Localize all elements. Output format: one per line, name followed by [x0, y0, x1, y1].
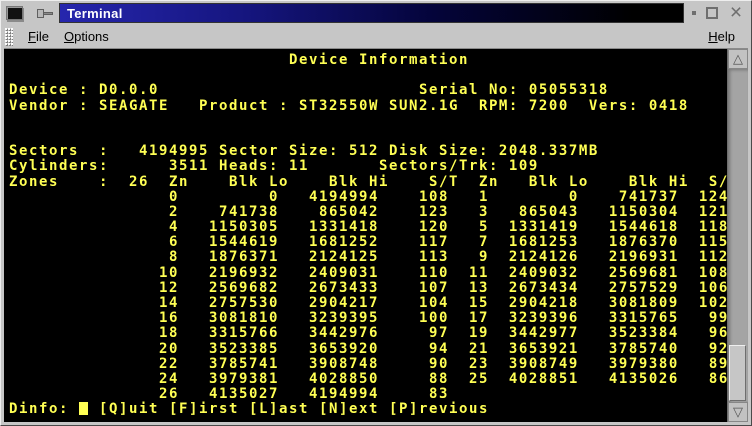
- terminal-line: 4 1150305 1331418 120 5 1331419 1544618 …: [9, 220, 727, 235]
- terminal-icon[interactable]: [6, 6, 23, 20]
- terminal-line: 24 3979381 4028850 88 25 4028851 4135026…: [9, 372, 727, 387]
- terminal-line: 12 2569682 2673433 107 13 2673434 275752…: [9, 281, 727, 296]
- terminal-line: [9, 129, 727, 144]
- pushpin-head: [37, 9, 44, 18]
- terminal-line: 8 1876371 2124125 113 9 2124126 2196931 …: [9, 250, 727, 265]
- terminal-line: 26 4135027 4194994 83: [9, 387, 727, 402]
- terminal-window: Terminal × File Options Help Device Info…: [0, 0, 752, 426]
- terminal-line: Device : D0.0.0 Serial No: 05055318: [9, 83, 727, 98]
- menu-item-file[interactable]: File: [28, 29, 49, 44]
- close-button[interactable]: ×: [728, 6, 744, 20]
- menubar: File Options Help: [4, 25, 748, 49]
- options-mnemonic: O: [64, 29, 74, 44]
- text-cursor: [79, 402, 88, 415]
- terminal-line: Device Information: [9, 53, 727, 68]
- options-label: ptions: [74, 29, 109, 44]
- terminal-line: 2 741738 865042 123 3 865043 1150304 121: [9, 205, 727, 220]
- terminal-line: Sectors : 4194995 Sector Size: 512 Disk …: [9, 144, 727, 159]
- window-title: Terminal: [60, 6, 123, 21]
- file-label: ile: [36, 29, 49, 44]
- scrollbar-thumb[interactable]: [729, 345, 746, 401]
- terminal-line: 16 3081810 3239395 100 17 3239396 331576…: [9, 311, 727, 326]
- scrollbar[interactable]: △ ▽: [727, 49, 748, 422]
- scrollbar-track[interactable]: [728, 69, 748, 402]
- status-line: Dinfo: [Q]uit [F]irst [L]ast [N]ext [P]r…: [9, 402, 727, 417]
- menu-item-help[interactable]: Help: [708, 29, 735, 44]
- scroll-down-icon: ▽: [733, 406, 743, 419]
- help-label: elp: [718, 29, 735, 44]
- pushpin-icon[interactable]: [37, 9, 53, 18]
- terminal-line: [9, 114, 727, 129]
- terminal-line: 0 0 4194994 108 1 0 741737 124: [9, 190, 727, 205]
- titlebar[interactable]: Terminal ×: [4, 3, 748, 23]
- menubar-grip-handle[interactable]: [5, 28, 13, 46]
- terminal-line: 18 3315766 3442976 97 19 3442977 3523384…: [9, 326, 727, 341]
- menu-item-options[interactable]: Options: [64, 29, 109, 44]
- scroll-up-icon: △: [733, 53, 743, 66]
- minimize-button[interactable]: [692, 11, 696, 15]
- terminal-line: Vendor : SEAGATE Product : ST32550W SUN2…: [9, 99, 727, 114]
- help-mnemonic: H: [708, 29, 717, 44]
- terminal-line: Zones : 26 Zn Blk Lo Blk Hi S/T Zn Blk L…: [9, 175, 727, 190]
- terminal-line: 22 3785741 3908748 90 23 3908749 3979380…: [9, 357, 727, 372]
- terminal-line: 14 2757530 2904217 104 15 2904218 308180…: [9, 296, 727, 311]
- file-mnemonic: F: [28, 29, 36, 44]
- maximize-button[interactable]: [706, 7, 718, 19]
- status-prompt: Dinfo:: [9, 401, 79, 417]
- window-body: Device Information Device : D0.0.0 Serial…: [4, 49, 748, 422]
- pushpin-shaft: [44, 12, 53, 15]
- terminal-line: 10 2196932 2409031 110 11 2409032 256968…: [9, 266, 727, 281]
- terminal-screen[interactable]: Device Information Device : D0.0.0 Serial…: [4, 49, 727, 422]
- terminal-line: 6 1544619 1681252 117 7 1681253 1876370 …: [9, 235, 727, 250]
- terminal-line: [9, 68, 727, 83]
- window-buttons: ×: [692, 6, 744, 20]
- terminal-line: 20 3523385 3653920 94 21 3653921 3785740…: [9, 342, 727, 357]
- status-commands: [Q]uit [F]irst [L]ast [N]ext [P]revious: [89, 401, 489, 417]
- scroll-down-button[interactable]: ▽: [728, 402, 748, 422]
- scroll-up-button[interactable]: △: [728, 49, 748, 69]
- titlebar-gradient: Terminal: [59, 3, 684, 23]
- terminal-line: Cylinders: 3511 Heads: 11 Sectors/Trk: 1…: [9, 159, 727, 174]
